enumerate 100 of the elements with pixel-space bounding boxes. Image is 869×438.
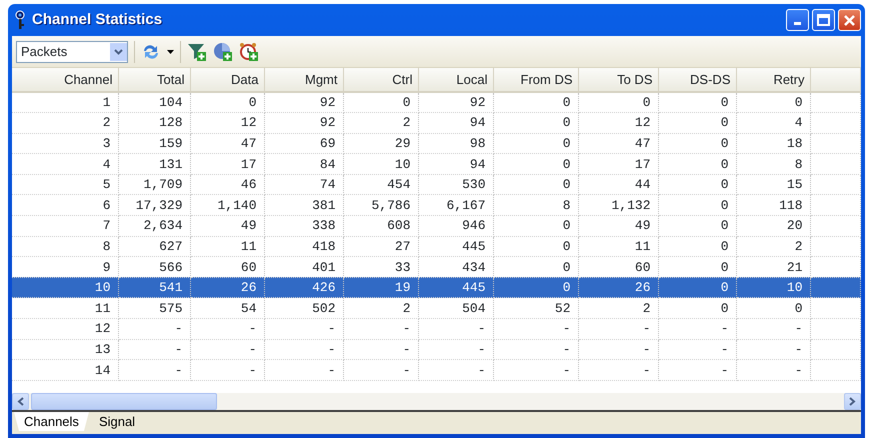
filter-add-icon[interactable] (187, 42, 207, 62)
table-cell: 2,634 (118, 216, 190, 236)
table-cell: 0 (658, 174, 736, 195)
minimize-button[interactable] (786, 9, 808, 31)
table-cell: 11 (578, 236, 658, 257)
table-cell: 946 (418, 216, 493, 236)
table-cell: 92 (418, 92, 493, 113)
table-cell: 19 (343, 277, 418, 298)
table-cell: 2 (736, 236, 810, 257)
table-cell: 0 (578, 92, 658, 113)
table-cell: 575 (118, 298, 190, 319)
table-cell: 27 (343, 236, 418, 257)
table-cell: - (418, 360, 493, 380)
maximize-button[interactable] (812, 9, 835, 31)
table-cell: 84 (264, 154, 343, 174)
refresh-icon[interactable] (141, 42, 161, 60)
table-row[interactable]: 4 131 17 84 10 94 0 17 0 8 (12, 154, 860, 174)
column-header[interactable]: Local (418, 68, 493, 92)
table-cell: 0 (493, 216, 578, 236)
table-row[interactable]: 3 159 47 69 29 98 0 47 0 18 (12, 133, 860, 154)
table-cell: 0 (736, 298, 810, 319)
table-cell: 20 (736, 216, 810, 236)
table-cell: 0 (658, 298, 736, 319)
table-cell: - (736, 318, 810, 340)
scrollbar-thumb[interactable] (31, 393, 217, 410)
maximize-icon (816, 14, 830, 26)
table-cell: 7 (12, 216, 118, 236)
table-cell: - (190, 318, 264, 340)
table-cell: - (578, 318, 658, 340)
table-row[interactable]: 10 541 26 426 19 445 0 26 0 10 (12, 277, 860, 298)
table-cell: 541 (118, 277, 190, 298)
table-cell: - (658, 360, 736, 380)
tab[interactable]: Channels (14, 412, 89, 431)
table-cell: 47 (578, 133, 658, 154)
column-header[interactable]: Ctrl (343, 68, 418, 92)
table-cell: 0 (658, 92, 736, 113)
table-cell: - (658, 339, 736, 360)
table-cell: 445 (418, 236, 493, 257)
table-row[interactable]: 8 627 11 418 27 445 0 11 0 2 (12, 236, 860, 257)
table-cell: - (264, 339, 343, 360)
table-cell: 10 (343, 154, 418, 174)
table-row[interactable]: 2 128 12 92 2 94 0 12 0 4 (12, 112, 860, 134)
column-header[interactable]: Mgmt (264, 68, 343, 92)
caret-icon[interactable] (167, 50, 174, 54)
table-row[interactable]: 13 - - - - - - - - - (12, 339, 860, 360)
table-cell: 0 (493, 92, 578, 113)
table-cell: 0 (658, 133, 736, 154)
table-cell: 418 (264, 236, 343, 257)
table-cell: 6,167 (418, 194, 493, 216)
table-cell: 0 (736, 92, 810, 113)
table-cell: 1,140 (190, 194, 264, 216)
table-row[interactable]: 1 104 0 92 0 92 0 0 0 0 (12, 92, 860, 113)
minimize-icon (794, 22, 800, 25)
table-cell: 17 (190, 154, 264, 174)
table-cell: 0 (493, 277, 578, 298)
table-cell: 0 (493, 133, 578, 154)
scroll-left-button[interactable] (12, 393, 29, 410)
table-cell: 13 (12, 339, 118, 360)
table-cell: 26 (578, 277, 658, 298)
table-cell: 17 (578, 154, 658, 174)
view-dropdown[interactable]: Packets (16, 40, 128, 62)
table-cell: 29 (343, 133, 418, 154)
pie-chart-add-icon[interactable] (213, 42, 233, 62)
table-cell: 92 (264, 112, 343, 134)
table-cell: 338 (264, 216, 343, 236)
table-cell: 8 (12, 236, 118, 257)
column-header[interactable]: Total (118, 68, 190, 92)
table-cell: - (578, 360, 658, 380)
column-header[interactable]: From DS (493, 68, 578, 92)
table-cell: 104 (118, 92, 190, 113)
table-row[interactable]: 11 575 54 502 2 504 52 2 0 0 (12, 298, 860, 319)
table-cell: 445 (418, 277, 493, 298)
table-row[interactable]: 7 2,634 49 338 608 946 0 49 0 20 (12, 216, 860, 236)
alarm-clock-add-icon[interactable] (239, 42, 259, 62)
column-header[interactable]: Channel (12, 68, 118, 92)
table-cell: - (118, 318, 190, 340)
table-row[interactable]: 5 1,709 46 74 454 530 0 44 0 15 (12, 174, 860, 195)
table-row[interactable]: 12 - - - - - - - - - (12, 318, 860, 340)
column-header[interactable]: Data (190, 68, 264, 92)
column-header[interactable]: To DS (578, 68, 658, 92)
table-row[interactable]: 6 17,329 1,140 381 5,786 6,167 8 1,132 0 118 (12, 194, 860, 216)
table-cell: 381 (264, 194, 343, 216)
table-cell: - (118, 339, 190, 360)
table-cell: 2 (12, 112, 118, 134)
table-cell: 0 (658, 194, 736, 216)
table-cell: 0 (493, 154, 578, 174)
table-cell: 3 (12, 133, 118, 154)
table-cell: 1,132 (578, 194, 658, 216)
table-row[interactable]: 14 - - - - - - - - - (12, 360, 860, 380)
close-button[interactable] (838, 9, 861, 31)
table-cell: 17,329 (118, 194, 190, 216)
table-cell: 0 (493, 112, 578, 134)
table-cell: 5 (12, 174, 118, 195)
table-cell: 54 (190, 298, 264, 319)
table-cell: 627 (118, 236, 190, 257)
scroll-right-button[interactable] (844, 393, 861, 410)
table-cell: - (343, 360, 418, 380)
table-cell: 46 (190, 174, 264, 195)
column-header[interactable]: DS-DS (658, 68, 736, 92)
column-header[interactable]: Retry (736, 68, 810, 92)
